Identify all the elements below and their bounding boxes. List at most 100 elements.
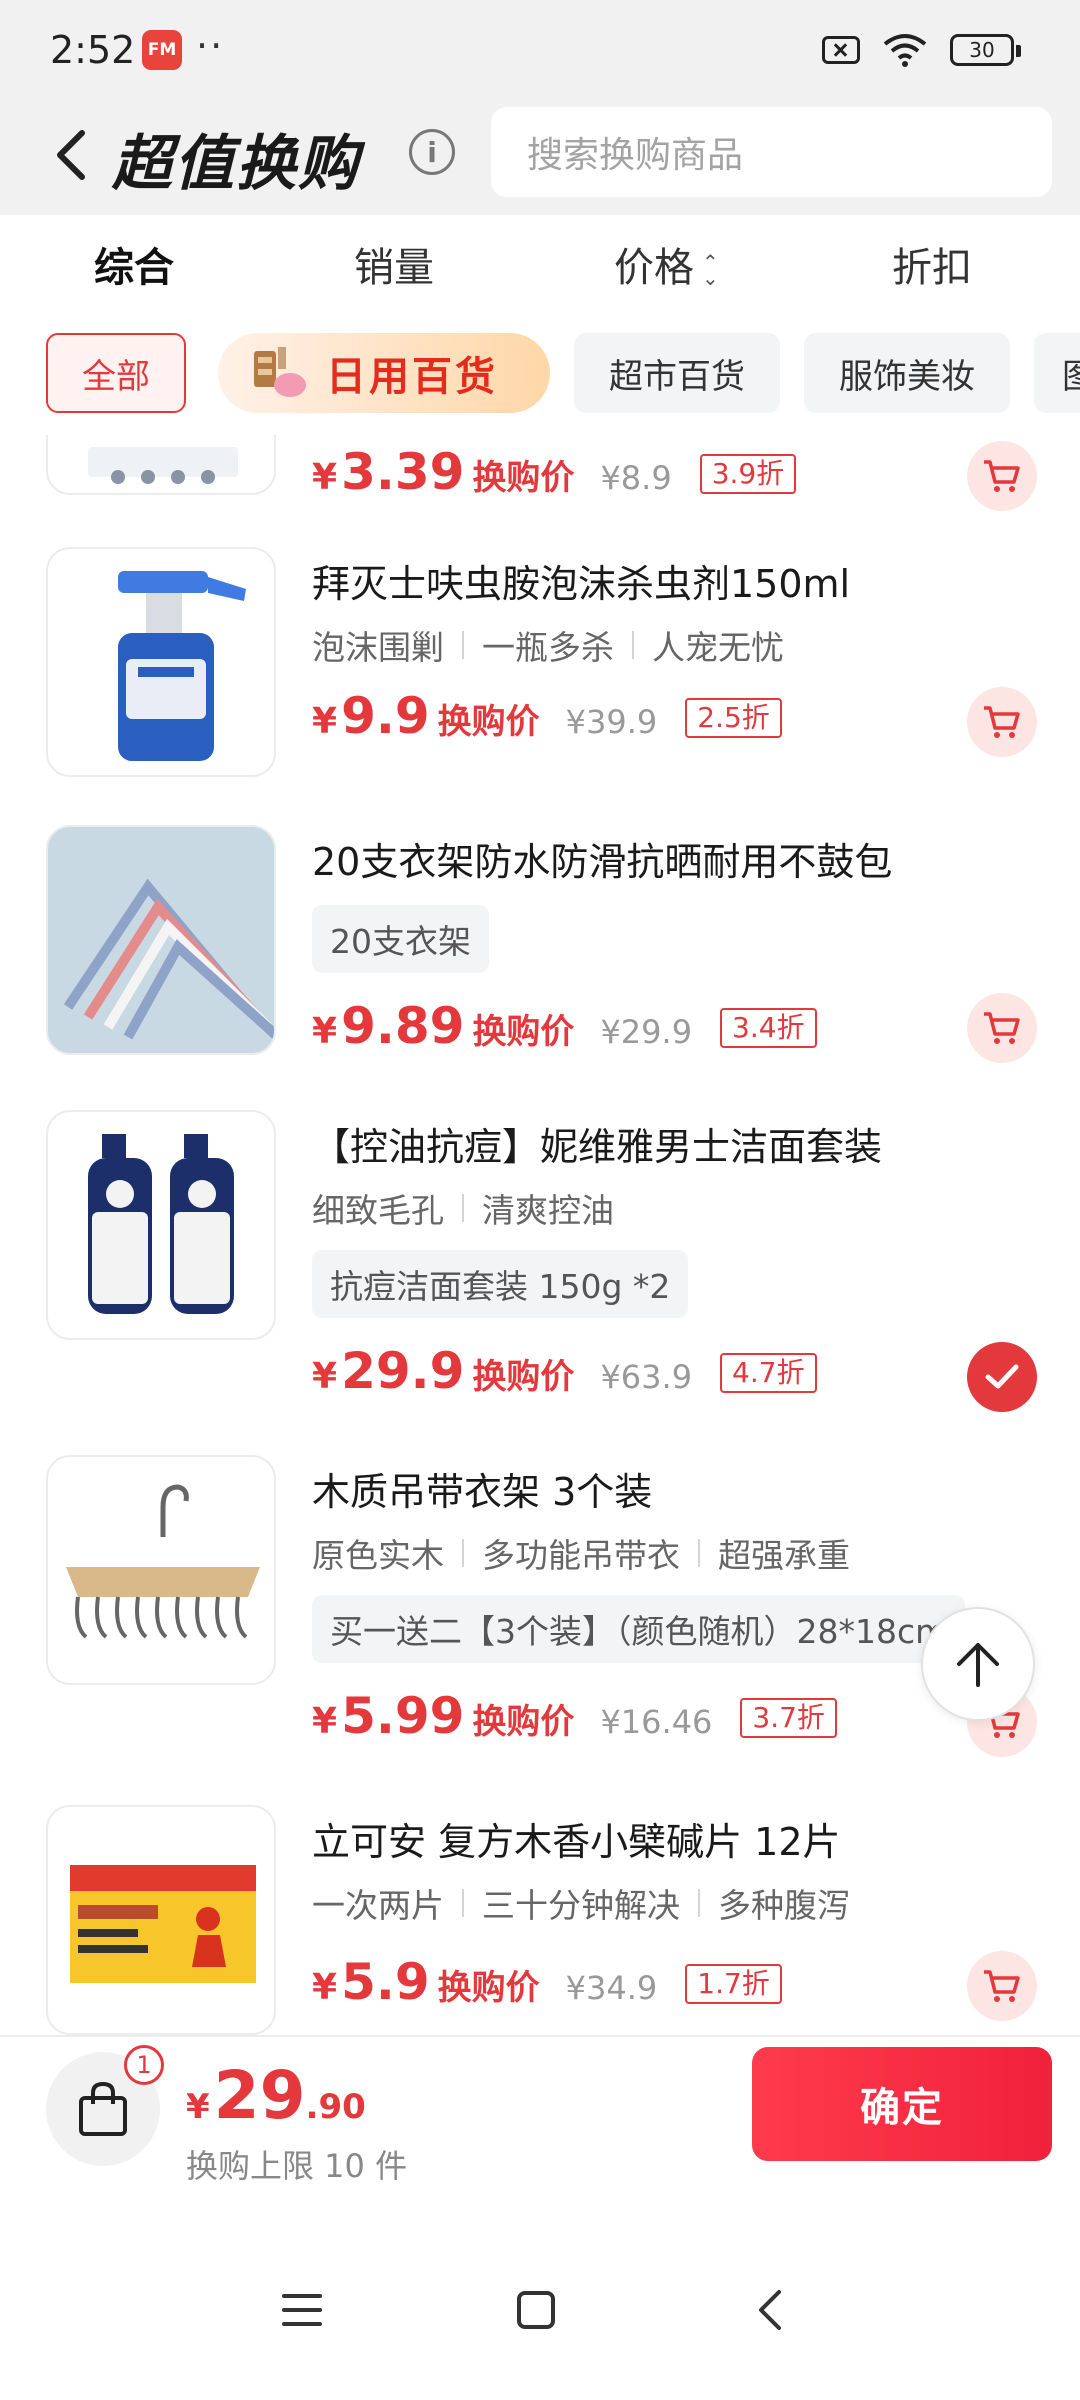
tag: 三十分钟解决: [482, 1886, 680, 1925]
product-tags: 细致毛孔 清爽控油: [312, 1184, 614, 1232]
no-sim-icon: [822, 36, 860, 64]
checkout-bar: 1 ¥ 29 .90 换购上限 10 件 确定: [0, 2035, 1080, 2210]
cart-count-badge: 1: [124, 2045, 164, 2085]
app-notification-icon: FM: [142, 30, 182, 70]
tag: 多种腹泻: [718, 1886, 850, 1925]
product-image: [46, 1110, 276, 1340]
price-line: ¥ 5.9 换购价 ¥34.9 1.7折: [312, 1953, 782, 2011]
tab-price[interactable]: 价格 ⌃ ⌄: [614, 235, 719, 293]
shopping-bag-icon: [79, 2081, 127, 2136]
tab-sales[interactable]: 销量: [354, 235, 434, 293]
original-price: ¥29.9: [600, 1013, 693, 1051]
category-chips: 全部 日用百货 超市百货 服饰美妆 图: [0, 325, 1080, 435]
product-title: 木质吊带衣架 3个装: [312, 1470, 653, 1514]
product-image: [46, 825, 276, 1055]
product-spec: 20支衣架: [312, 905, 489, 973]
exchange-limit-text: 换购上限 10 件: [186, 2147, 408, 2185]
total-integer: 29: [213, 2057, 306, 2134]
tag: 细致毛孔: [312, 1191, 444, 1230]
exchange-price: 5.99: [341, 1687, 465, 1745]
exchange-price-label: 换购价: [437, 1968, 540, 2008]
product-image: [46, 1805, 276, 2035]
tag: 泡沫围剿: [312, 628, 444, 667]
cart-icon: [984, 1970, 1020, 2002]
info-icon[interactable]: i: [409, 129, 455, 175]
home-icon[interactable]: [506, 2280, 566, 2340]
cart-icon: [984, 1012, 1020, 1044]
daily-goods-image: [254, 347, 306, 397]
price-line: ¥ 9.89 换购价 ¥29.9 3.4折: [312, 997, 817, 1055]
exchange-price-label: 换购价: [472, 1702, 575, 1742]
tag: 原色实木: [312, 1536, 444, 1575]
original-price: ¥8.9: [600, 459, 672, 497]
product-title: 20支衣架防水防滑抗晒耐用不鼓包: [312, 840, 893, 884]
search-input[interactable]: 搜索换购商品: [491, 107, 1052, 197]
battery-icon: 30: [950, 34, 1021, 66]
tag: 一次两片: [312, 1886, 444, 1925]
currency-symbol: ¥: [312, 1356, 338, 1397]
chip-apparel-beauty[interactable]: 服饰美妆: [804, 333, 1010, 413]
menu-icon[interactable]: [272, 2280, 332, 2340]
total-price: ¥ 29 .90: [186, 2057, 366, 2134]
back-to-top-button[interactable]: [921, 1607, 1035, 1721]
discount-badge: 3.7折: [740, 1698, 837, 1738]
product-title: 【控油抗痘】妮维雅男士洁面套装: [312, 1125, 883, 1169]
arrow-up-icon: [957, 1643, 999, 1687]
selected-checkbox[interactable]: [967, 1342, 1037, 1412]
exchange-price: 3.39: [341, 443, 465, 501]
more-notifications-icon: ··: [196, 24, 225, 68]
tag: 清爽控油: [482, 1191, 614, 1230]
tab-comprehensive[interactable]: 综合: [94, 235, 174, 293]
exchange-price: 5.9: [341, 1953, 430, 2011]
wifi-icon: [883, 34, 927, 67]
chip-more[interactable]: 图: [1034, 333, 1080, 413]
product-tags: 泡沫围剿 一瓶多杀 人宠无忧: [312, 621, 784, 669]
chip-daily-goods-label: 日用百货: [326, 354, 498, 400]
product-tags: 一次两片 三十分钟解决 多种腹泻: [312, 1879, 850, 1927]
exchange-price-label: 换购价: [472, 1012, 575, 1052]
chip-daily-goods[interactable]: 日用百货: [218, 333, 550, 413]
product-list: ¥ 3.39 换购价 ¥8.9 3.9折 拜灭士呋虫胺泡沫杀虫剂150ml 泡沫…: [0, 435, 1080, 2035]
exchange-price: 9.9: [341, 687, 430, 745]
product-image: [46, 1455, 276, 1685]
add-to-cart-button[interactable]: [967, 1951, 1037, 2021]
discount-badge: 3.4折: [720, 1008, 817, 1048]
chip-supermarket[interactable]: 超市百货: [574, 333, 780, 413]
back-arrow-icon[interactable]: [48, 125, 108, 185]
search-placeholder: 搜索换购商品: [527, 135, 744, 176]
price-line: ¥ 3.39 换购价 ¥8.9 3.9折: [312, 443, 797, 501]
system-nav-bar: [0, 2210, 1080, 2400]
product-spec: 抗痘洁面套装 150g *2: [312, 1250, 689, 1318]
product-title: 立可安 复方木香小檗碱片 12片: [312, 1820, 841, 1864]
nav-back-icon[interactable]: [740, 2280, 800, 2340]
total-currency: ¥: [186, 2087, 210, 2127]
tag: 多功能吊带衣: [482, 1536, 680, 1575]
exchange-price: 29.9: [341, 1342, 465, 1400]
total-decimal: .90: [305, 2087, 366, 2127]
currency-symbol: ¥: [312, 1011, 338, 1052]
tag: 一瓶多杀: [482, 628, 614, 667]
exchange-price-label: 换购价: [437, 702, 540, 742]
price-line: ¥ 29.9 换购价 ¥63.9 4.7折: [312, 1342, 817, 1400]
tag: 超强承重: [718, 1536, 850, 1575]
confirm-button[interactable]: 确定: [752, 2047, 1052, 2161]
original-price: ¥34.9: [565, 1969, 658, 2007]
exchange-price-label: 换购价: [472, 1357, 575, 1397]
add-to-cart-button[interactable]: [967, 441, 1037, 511]
sort-arrows-icon: ⌃ ⌄: [702, 250, 719, 290]
cart-icon: [984, 706, 1020, 738]
tab-price-label: 价格: [614, 245, 694, 291]
currency-symbol: ¥: [312, 457, 338, 498]
page-title: 超值换购: [112, 129, 360, 199]
currency-symbol: ¥: [312, 701, 338, 742]
chip-all[interactable]: 全部: [46, 333, 186, 413]
cart-icon: [984, 460, 1020, 492]
tab-discount[interactable]: 折扣: [892, 235, 972, 293]
original-price: ¥16.46: [600, 1703, 713, 1741]
currency-symbol: ¥: [312, 1967, 338, 2008]
original-price: ¥63.9: [600, 1358, 693, 1396]
add-to-cart-button[interactable]: [967, 993, 1037, 1063]
add-to-cart-button[interactable]: [967, 687, 1037, 757]
price-line: ¥ 5.99 换购价 ¥16.46 3.7折: [312, 1687, 837, 1745]
original-price: ¥39.9: [565, 703, 658, 741]
